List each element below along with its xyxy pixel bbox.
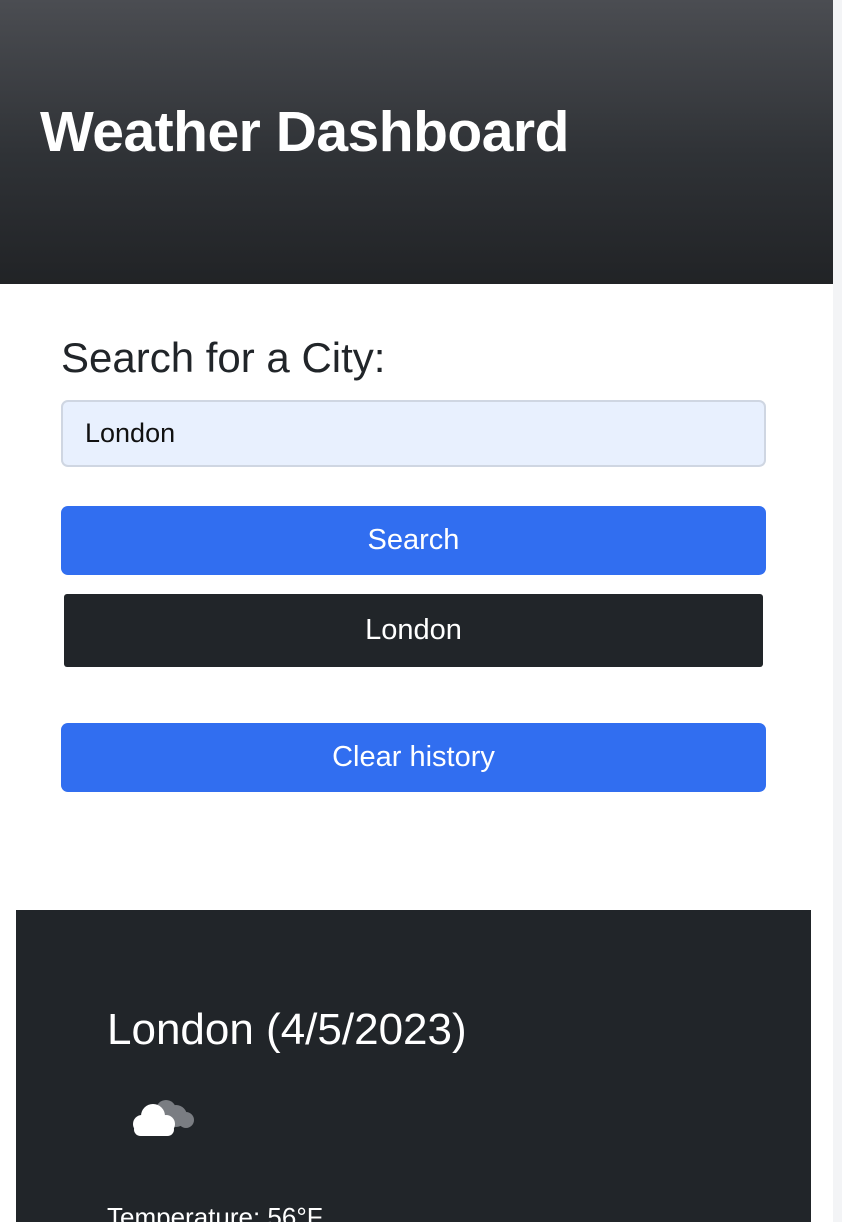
scrollbar-track[interactable] bbox=[833, 0, 842, 1222]
current-weather-card: London (4/5/2023) Temperature: 56°F bbox=[16, 910, 811, 1222]
page-title: Weather Dashboard bbox=[40, 100, 569, 164]
temperature-text: Temperature: 56°F bbox=[107, 1202, 323, 1222]
clear-history-button[interactable]: Clear history bbox=[61, 723, 766, 792]
cloudy-icon bbox=[133, 1100, 194, 1136]
current-city-date: London (4/5/2023) bbox=[107, 1005, 467, 1054]
history-item-london[interactable]: London bbox=[64, 594, 763, 667]
search-heading: Search for a City: bbox=[61, 334, 386, 381]
page-header: Weather Dashboard bbox=[0, 0, 833, 284]
page: Weather Dashboard Search for a City: Sea… bbox=[0, 0, 842, 1222]
search-button[interactable]: Search bbox=[61, 506, 766, 575]
search-input[interactable] bbox=[61, 400, 766, 467]
